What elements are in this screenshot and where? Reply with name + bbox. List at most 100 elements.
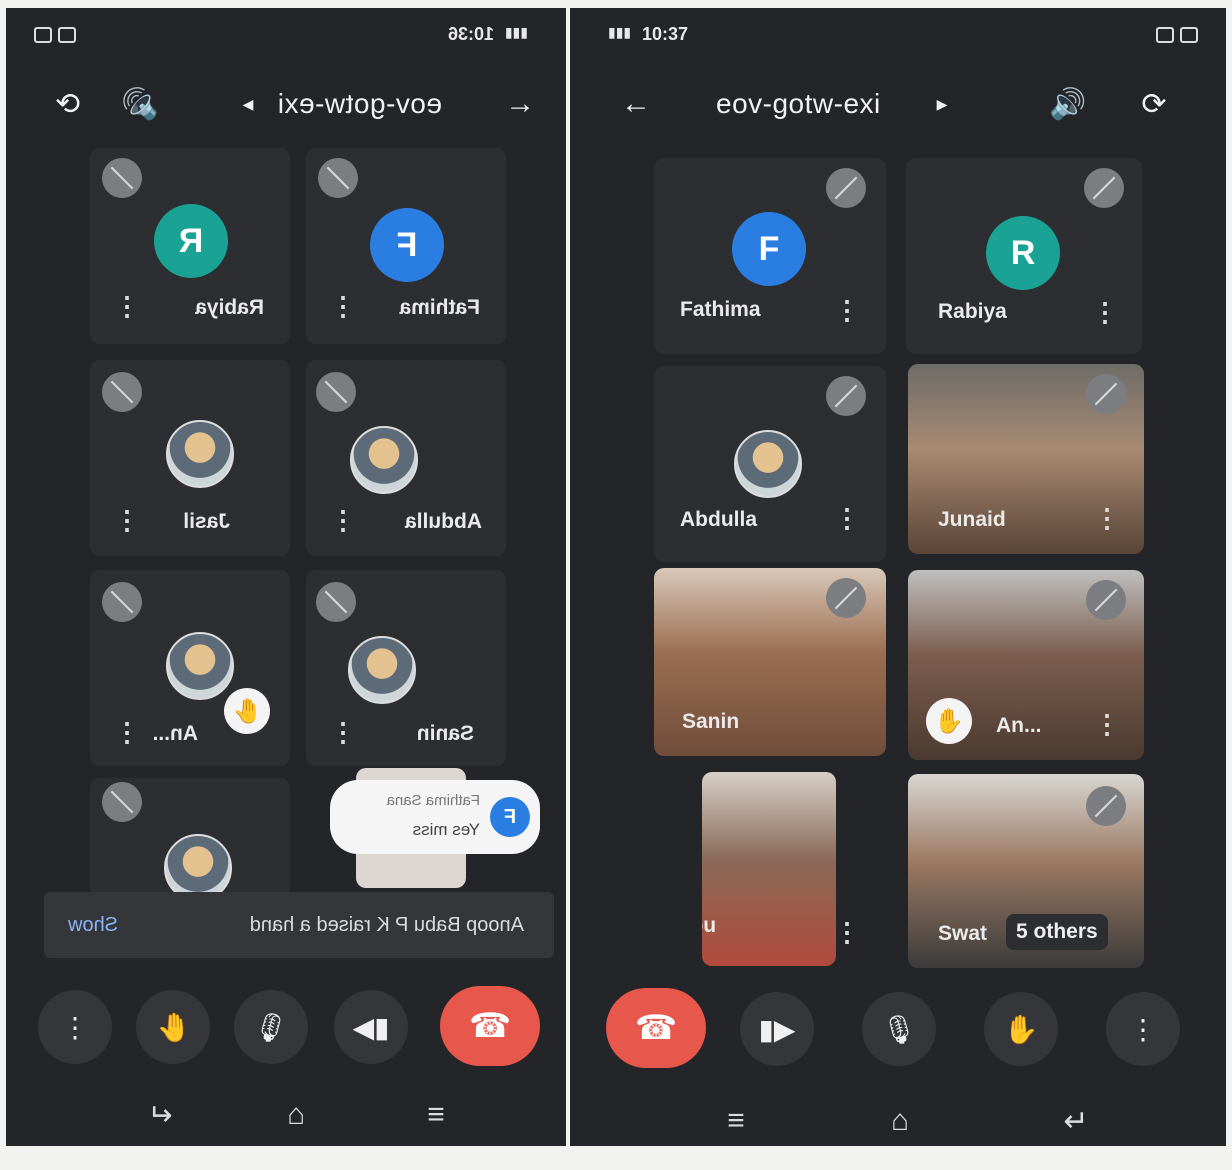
raise-hand-icon: ✋ [224, 688, 270, 734]
participant-name: Abdulla [680, 508, 757, 531]
participant-name: Sanin [682, 710, 740, 733]
participant-video[interactable]: Junaid ⋮ [908, 364, 1144, 554]
participant-tile[interactable]: Abdulla ⋮ [306, 360, 506, 556]
camera-button[interactable]: ▮▶ [740, 992, 814, 1066]
more-vertical-icon[interactable]: ⋮ [330, 288, 356, 324]
others-count[interactable]: 5 others [1006, 914, 1108, 950]
participant-name: An... [996, 714, 1042, 737]
participant-tile[interactable]: R Rabiya ⋮ [906, 158, 1142, 354]
signal-icon: ▮▮▮ [608, 24, 632, 40]
back-nav-icon[interactable]: ↵ [138, 1098, 182, 1133]
chevron-right-icon[interactable]: ▶ [920, 82, 964, 126]
participant-name: You [702, 914, 717, 937]
more-vertical-icon[interactable]: ⋮ [330, 714, 356, 750]
mirrored-content: ▮▮▮ 10:36 ← eov-gotw-exi ▶ 🔊 ⟳ F Fathima… [6, 8, 566, 1146]
avatar [166, 420, 234, 488]
participant-tile[interactable]: F Fathima ⋮ [654, 158, 886, 354]
participant-tile[interactable] [90, 778, 290, 898]
raise-hand-notice: Anoop Babu P K raised a hand Show [44, 892, 554, 958]
avatar [164, 834, 232, 898]
home-icon[interactable]: ⌂ [878, 1104, 922, 1138]
participant-video[interactable]: ✋ An... ⋮ [908, 570, 1144, 760]
meeting-code[interactable]: eov-gotw-exi [716, 88, 881, 120]
mic-button[interactable]: 🎙 [234, 990, 308, 1064]
mic-off-icon [1086, 580, 1126, 620]
more-vertical-icon[interactable]: ⋮ [114, 288, 140, 324]
more-vertical-icon[interactable]: ⋮ [1094, 500, 1120, 536]
phone-screen-right: ▮▮▮ 10:37 ← eov-gotw-exi ▶ 🔊 ⟳ F Fathima… [570, 8, 1226, 1146]
mic-off-icon [102, 582, 142, 622]
home-icon[interactable]: ⌂ [274, 1098, 318, 1132]
mic-off-icon [826, 376, 866, 416]
back-icon[interactable]: ← [498, 82, 542, 126]
back-icon[interactable]: ← [614, 82, 658, 126]
participant-name: Rabiya [195, 296, 264, 319]
participant-tile[interactable]: Abdulla ⋮ [654, 366, 886, 562]
participant-name: Fathima [680, 298, 761, 321]
participant-video[interactable]: Sanin [654, 568, 886, 756]
camera-button[interactable]: ▮▶ [334, 990, 408, 1064]
avatar: F [732, 212, 806, 286]
mic-off-icon [826, 578, 866, 618]
end-call-button[interactable]: ☎ [606, 988, 706, 1068]
mic-off-icon [102, 782, 142, 822]
signal-icon: ▮▮▮ [504, 24, 528, 40]
participant-name: Junaid [938, 508, 1006, 531]
speaker-icon[interactable]: 🔊 [1046, 82, 1090, 126]
back-nav-icon[interactable]: ↵ [1054, 1104, 1098, 1139]
more-options-button[interactable]: ⋮ [1106, 992, 1180, 1066]
more-vertical-icon[interactable]: ⋮ [114, 714, 140, 750]
switch-camera-icon[interactable]: ⟳ [46, 82, 90, 126]
menu-icon[interactable]: ≡ [714, 1104, 758, 1138]
more-vertical-icon[interactable]: ⋮ [834, 292, 860, 328]
switch-camera-icon[interactable]: ⟳ [1132, 82, 1176, 126]
participant-name: Fathima [399, 296, 480, 319]
menu-icon[interactable]: ≡ [414, 1098, 458, 1132]
show-button[interactable]: Show [68, 914, 118, 937]
participant-name: Sanin [416, 722, 474, 745]
raise-hand-icon: ✋ [926, 698, 972, 744]
speaker-icon[interactable]: 🔊 [118, 82, 162, 126]
end-call-button[interactable]: ☎ [440, 986, 540, 1066]
avatar: F [370, 208, 444, 282]
avatar: R [154, 204, 228, 278]
mic-off-icon [316, 582, 356, 622]
participant-tile[interactable]: ✋ An... ⋮ [90, 570, 290, 766]
participant-tile[interactable]: F Fathima ⋮ [306, 148, 506, 344]
chevron-right-icon[interactable]: ▶ [226, 82, 270, 126]
mic-button[interactable]: 🎙 [862, 992, 936, 1066]
battery-icon [34, 26, 82, 43]
mic-off-icon [1086, 374, 1126, 414]
mic-off-icon [102, 372, 142, 412]
avatar: F [490, 797, 530, 837]
participant-name: Rabiya [938, 300, 1007, 323]
status-time: 10:36 [447, 24, 494, 44]
status-time: 10:37 [642, 24, 689, 44]
participant-video-self[interactable]: You [702, 772, 836, 966]
more-options-button[interactable]: ⋮ [38, 990, 112, 1064]
raise-hand-button[interactable]: ✋ [136, 990, 210, 1064]
mic-off-icon [102, 158, 142, 198]
more-vertical-icon[interactable]: ⋮ [330, 502, 356, 538]
avatar [734, 430, 802, 498]
raise-hand-button[interactable]: ✋ [984, 992, 1058, 1066]
participant-tile[interactable]: Sanin ⋮ [306, 570, 506, 766]
participant-name: Abdulla [405, 510, 482, 533]
more-vertical-icon[interactable]: ⋮ [114, 502, 140, 538]
meeting-code[interactable]: eov-gotw-exi [277, 88, 442, 120]
participant-tile[interactable]: Jasil ⋮ [90, 360, 290, 556]
notice-text: Anoop Babu P K raised a hand [249, 914, 524, 936]
more-vertical-icon[interactable]: ⋮ [1092, 294, 1118, 330]
participant-video[interactable]: Swat 5 others [908, 774, 1144, 968]
participant-tile[interactable]: R Rabiya ⋮ [90, 148, 290, 344]
meeting-header: ← eov-gotw-exi ▶ 🔊 ⟳ [570, 74, 1226, 134]
avatar: R [986, 216, 1060, 290]
participant-name: Swat [938, 922, 988, 945]
mic-off-icon [1086, 786, 1126, 826]
more-vertical-icon[interactable]: ⋮ [834, 500, 860, 536]
chat-popup[interactable]: F Fathima Sana Yes miss [330, 780, 540, 854]
more-vertical-icon[interactable]: ⋮ [1094, 706, 1120, 742]
more-vertical-icon[interactable]: ⋮ [834, 914, 860, 950]
battery-icon [1150, 26, 1198, 43]
meeting-header: ← eov-gotw-exi ▶ 🔊 ⟳ [6, 74, 566, 134]
